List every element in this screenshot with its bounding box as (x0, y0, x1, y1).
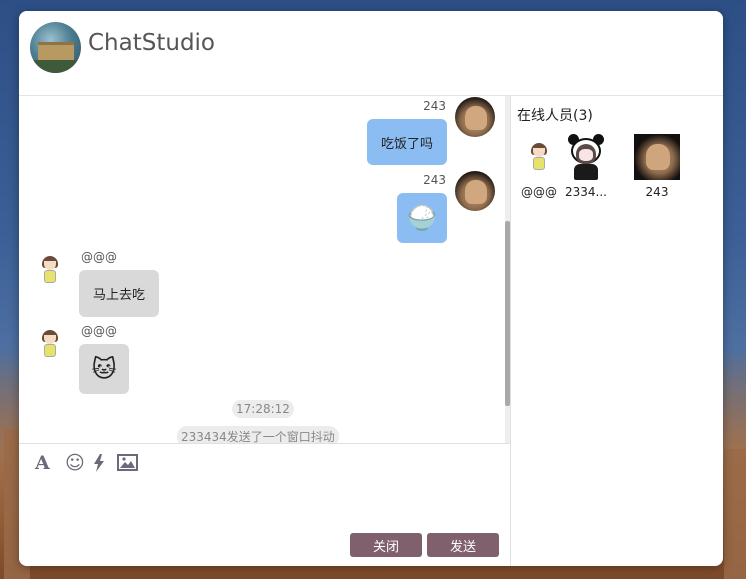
online-user-name: @@@ (521, 185, 557, 199)
emoji-message: 🍚 (397, 193, 447, 243)
shake-icon[interactable] (93, 454, 105, 472)
online-user[interactable]: @@@ (516, 134, 562, 204)
online-user[interactable]: 243 (634, 134, 680, 204)
message-sender: @@@ (81, 250, 117, 264)
image-icon[interactable] (117, 454, 138, 472)
emoji-icon[interactable]: ☺ (65, 454, 85, 473)
message-bubble: 吃饭了吗 (367, 119, 447, 165)
message-sender: @@@ (81, 324, 117, 338)
avatar (634, 134, 680, 180)
avatar[interactable] (455, 171, 495, 211)
online-user-name: 243 (645, 185, 669, 199)
message-list[interactable]: 243 吃饭了吗 243 🍚 @@@ 马上去吃 @@@ 🐱 17:28:12 2… (19, 96, 510, 443)
close-button[interactable]: 关闭 (350, 533, 422, 557)
app-title: ChatStudio (88, 30, 216, 56)
chat-window: ChatStudio 243 吃饭了吗 243 🍚 @@@ 马上去吃 @@@ 🐱… (19, 11, 723, 566)
avatar[interactable] (455, 97, 495, 137)
emoji-message: 🐱 (79, 344, 129, 394)
composer: A ☺ 关闭 发送 (19, 443, 510, 566)
message-bubble: 马上去吃 (79, 270, 159, 317)
send-button[interactable]: 发送 (427, 533, 499, 557)
message-sender: 243 (423, 173, 446, 187)
avatar[interactable] (38, 330, 62, 358)
background-building (724, 449, 746, 579)
avatar[interactable] (38, 256, 62, 284)
header: ChatStudio (19, 11, 723, 96)
online-title: 在线人员(3) (517, 108, 593, 124)
app-logo (30, 22, 81, 73)
font-icon[interactable]: A (35, 454, 50, 473)
message-sender: 243 (423, 99, 446, 113)
online-user-name: 2334... (565, 185, 607, 199)
online-panel: 在线人员(3) @@@ 2334... 243 (511, 96, 723, 566)
avatar (563, 134, 609, 180)
timestamp: 17:28:12 (232, 400, 294, 418)
avatar (516, 134, 562, 180)
online-user[interactable]: 2334... (563, 134, 609, 204)
system-notice: 233434发送了一个窗口抖动 (177, 426, 339, 443)
